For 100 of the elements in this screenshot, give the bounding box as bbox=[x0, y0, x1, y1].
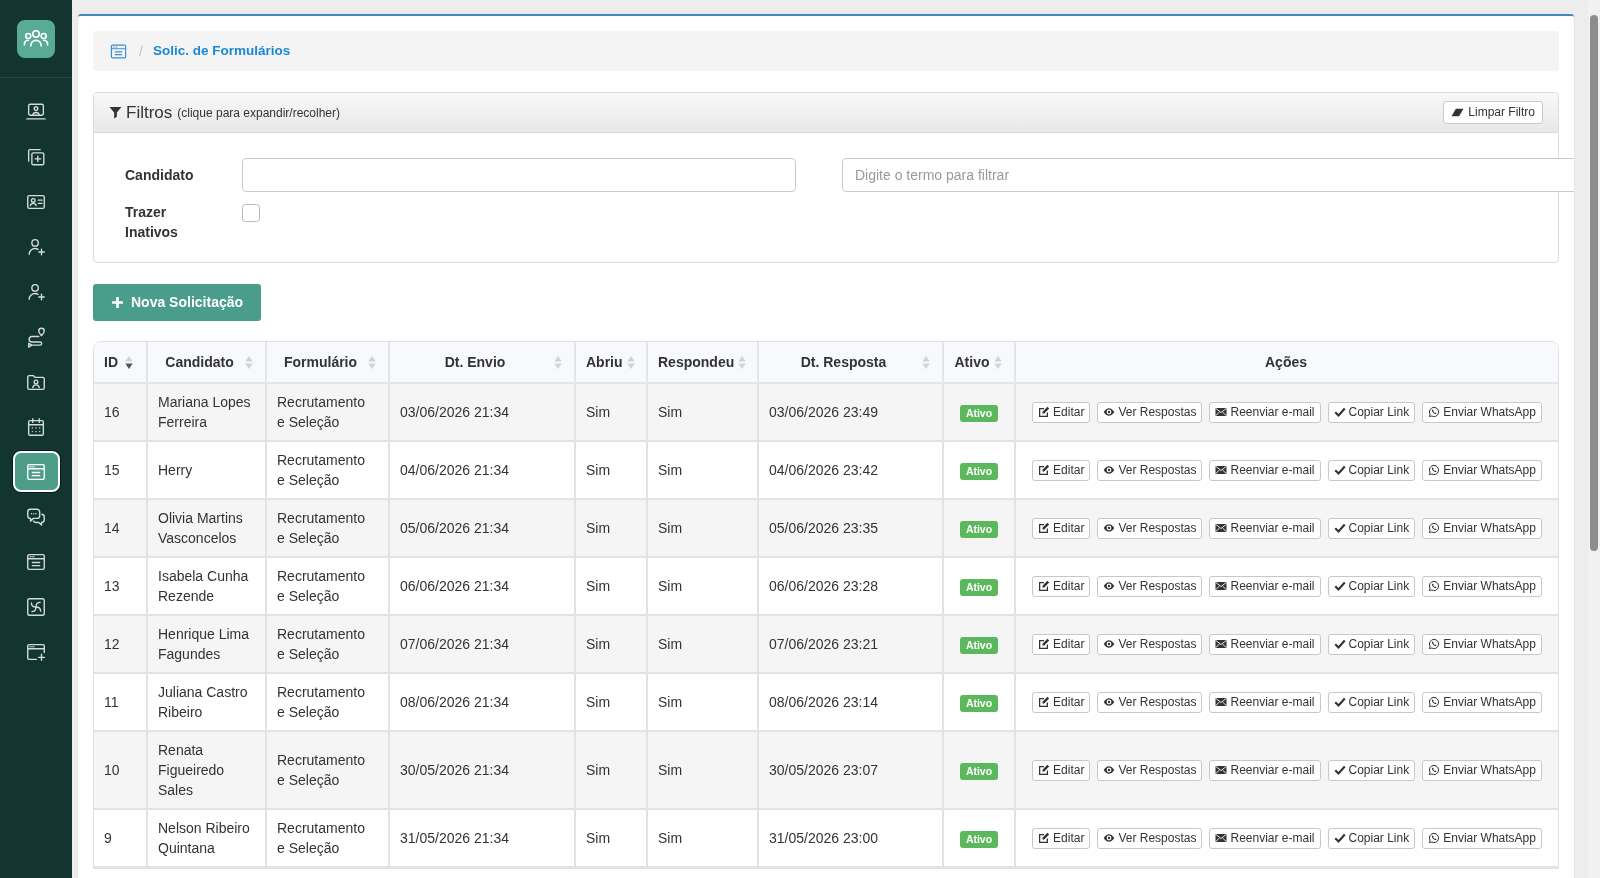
copy-link-button[interactable]: Copiar Link bbox=[1327, 691, 1416, 713]
phone-bubble-icon bbox=[1428, 580, 1441, 592]
resend-email-button[interactable]: Reenviar e-mail bbox=[1209, 633, 1321, 655]
table-cell: 12 bbox=[94, 615, 147, 673]
copy-link-button[interactable]: Copiar Link bbox=[1327, 575, 1416, 597]
view-answers-button[interactable]: Ver Respostas bbox=[1097, 633, 1203, 655]
sidebar-item[interactable] bbox=[12, 451, 60, 492]
column-header[interactable]: Candidato bbox=[147, 342, 266, 383]
edit-button[interactable]: Editar bbox=[1032, 633, 1091, 655]
column-header[interactable]: Abriu bbox=[575, 342, 647, 383]
check-icon bbox=[1333, 406, 1346, 418]
edit-icon bbox=[1038, 406, 1051, 418]
copy-link-button[interactable]: Copiar Link bbox=[1327, 759, 1416, 781]
edit-button[interactable]: Editar bbox=[1032, 575, 1091, 597]
table-cell: Renata Figueiredo Sales bbox=[147, 731, 266, 809]
column-header: Ações bbox=[1015, 342, 1558, 383]
eye-icon bbox=[1103, 638, 1116, 650]
clear-filter-button[interactable]: Limpar Filtro bbox=[1443, 101, 1543, 124]
whatsapp-button[interactable]: Enviar WhatsApp bbox=[1422, 691, 1542, 713]
view-answers-button[interactable]: Ver Respostas bbox=[1097, 401, 1203, 423]
table-cell: 03/06/2026 21:34 bbox=[389, 383, 575, 441]
search-input[interactable]: Digite o termo para filtrar bbox=[842, 158, 1574, 192]
table-cell: Sim bbox=[575, 499, 647, 557]
phone-bubble-icon bbox=[1428, 764, 1441, 776]
table-cell: 9 bbox=[94, 809, 147, 867]
status-badge: Ativo bbox=[959, 579, 999, 596]
whatsapp-button[interactable]: Enviar WhatsApp bbox=[1422, 459, 1542, 481]
filter-header[interactable]: Filtros (clique para expandir/recolher) Limpar Filtro bbox=[94, 93, 1558, 133]
table-cell: Sim bbox=[575, 731, 647, 809]
edit-button[interactable]: Editar bbox=[1032, 401, 1091, 423]
view-answers-button[interactable]: Ver Respostas bbox=[1097, 691, 1203, 713]
view-answers-button[interactable]: Ver Respostas bbox=[1097, 759, 1203, 781]
edit-button[interactable]: Editar bbox=[1032, 691, 1091, 713]
scrollbar-thumb[interactable] bbox=[1590, 15, 1598, 551]
view-answers-button[interactable]: Ver Respostas bbox=[1097, 459, 1203, 481]
column-header[interactable]: Respondeu bbox=[647, 342, 758, 383]
resend-email-button[interactable]: Reenviar e-mail bbox=[1209, 459, 1321, 481]
status-badge: Ativo bbox=[959, 831, 999, 848]
whatsapp-button[interactable]: Enviar WhatsApp bbox=[1422, 633, 1542, 655]
edit-button[interactable]: Editar bbox=[1032, 759, 1091, 781]
table-cell: Sim bbox=[647, 731, 758, 809]
column-header[interactable]: Dt. Resposta bbox=[758, 342, 943, 383]
view-answers-button[interactable]: Ver Respostas bbox=[1097, 517, 1203, 539]
column-header[interactable]: Ativo bbox=[943, 342, 1015, 383]
copy-link-button[interactable]: Copiar Link bbox=[1327, 401, 1416, 423]
resend-email-button[interactable]: Reenviar e-mail bbox=[1209, 517, 1321, 539]
eye-icon bbox=[1103, 464, 1116, 476]
resend-email-button[interactable]: Reenviar e-mail bbox=[1209, 691, 1321, 713]
status-badge: Ativo bbox=[959, 405, 999, 422]
whatsapp-button[interactable]: Enviar WhatsApp bbox=[1422, 759, 1542, 781]
team-logo-icon bbox=[17, 20, 55, 58]
check-icon bbox=[1333, 464, 1346, 476]
edit-icon bbox=[1038, 832, 1051, 844]
check-icon bbox=[1333, 580, 1346, 592]
edit-icon bbox=[1038, 580, 1051, 592]
eye-icon bbox=[1103, 832, 1116, 844]
inactive-label: Trazer Inativos bbox=[125, 203, 179, 242]
envelope-icon bbox=[1215, 764, 1228, 776]
resend-email-button[interactable]: Reenviar e-mail bbox=[1209, 401, 1321, 423]
phone-bubble-icon bbox=[1428, 522, 1441, 534]
edit-button[interactable]: Editar bbox=[1032, 459, 1091, 481]
edit-button[interactable]: Editar bbox=[1032, 517, 1091, 539]
table-cell: 10 bbox=[94, 731, 147, 809]
eye-icon bbox=[1103, 580, 1116, 592]
view-answers-button[interactable]: Ver Respostas bbox=[1097, 827, 1203, 849]
table-cell: Recrutamento e Seleção bbox=[266, 383, 389, 441]
envelope-icon bbox=[1215, 406, 1228, 418]
copy-link-button[interactable]: Copiar Link bbox=[1327, 633, 1416, 655]
whatsapp-button[interactable]: Enviar WhatsApp bbox=[1422, 827, 1542, 849]
whatsapp-button[interactable]: Enviar WhatsApp bbox=[1422, 575, 1542, 597]
copy-link-button[interactable]: Copiar Link bbox=[1327, 517, 1416, 539]
copy-link-button[interactable]: Copiar Link bbox=[1327, 827, 1416, 849]
edit-icon bbox=[1038, 638, 1051, 650]
filter-icon bbox=[109, 106, 122, 119]
whatsapp-button[interactable]: Enviar WhatsApp bbox=[1422, 401, 1542, 423]
candidate-input[interactable] bbox=[242, 158, 796, 192]
resend-email-button[interactable]: Reenviar e-mail bbox=[1209, 827, 1321, 849]
column-header[interactable]: Formulário bbox=[266, 342, 389, 383]
status-badge: Ativo bbox=[959, 521, 999, 538]
table-cell: Sim bbox=[575, 615, 647, 673]
envelope-icon bbox=[1215, 832, 1228, 844]
envelope-icon bbox=[1215, 464, 1228, 476]
table-cell: Recrutamento e Seleção bbox=[266, 809, 389, 867]
envelope-icon bbox=[1215, 696, 1228, 708]
column-header[interactable]: Dt. Envio bbox=[389, 342, 575, 383]
column-header[interactable]: ID bbox=[94, 342, 147, 383]
copy-link-button[interactable]: Copiar Link bbox=[1327, 459, 1416, 481]
envelope-icon bbox=[1215, 580, 1228, 592]
table-cell: Sim bbox=[647, 615, 758, 673]
status-badge: Ativo bbox=[959, 637, 999, 654]
table-cell: Nelson Ribeiro Quintana bbox=[147, 809, 266, 867]
phone-bubble-icon bbox=[1428, 696, 1441, 708]
resend-email-button[interactable]: Reenviar e-mail bbox=[1209, 575, 1321, 597]
edit-button[interactable]: Editar bbox=[1032, 827, 1091, 849]
view-answers-button[interactable]: Ver Respostas bbox=[1097, 575, 1203, 597]
table-cell: Olivia Martins Vasconcelos bbox=[147, 499, 266, 557]
table-cell: Recrutamento e Seleção bbox=[266, 615, 389, 673]
resend-email-button[interactable]: Reenviar e-mail bbox=[1209, 759, 1321, 781]
table-cell: Henrique Lima Fagundes bbox=[147, 615, 266, 673]
whatsapp-button[interactable]: Enviar WhatsApp bbox=[1422, 517, 1542, 539]
